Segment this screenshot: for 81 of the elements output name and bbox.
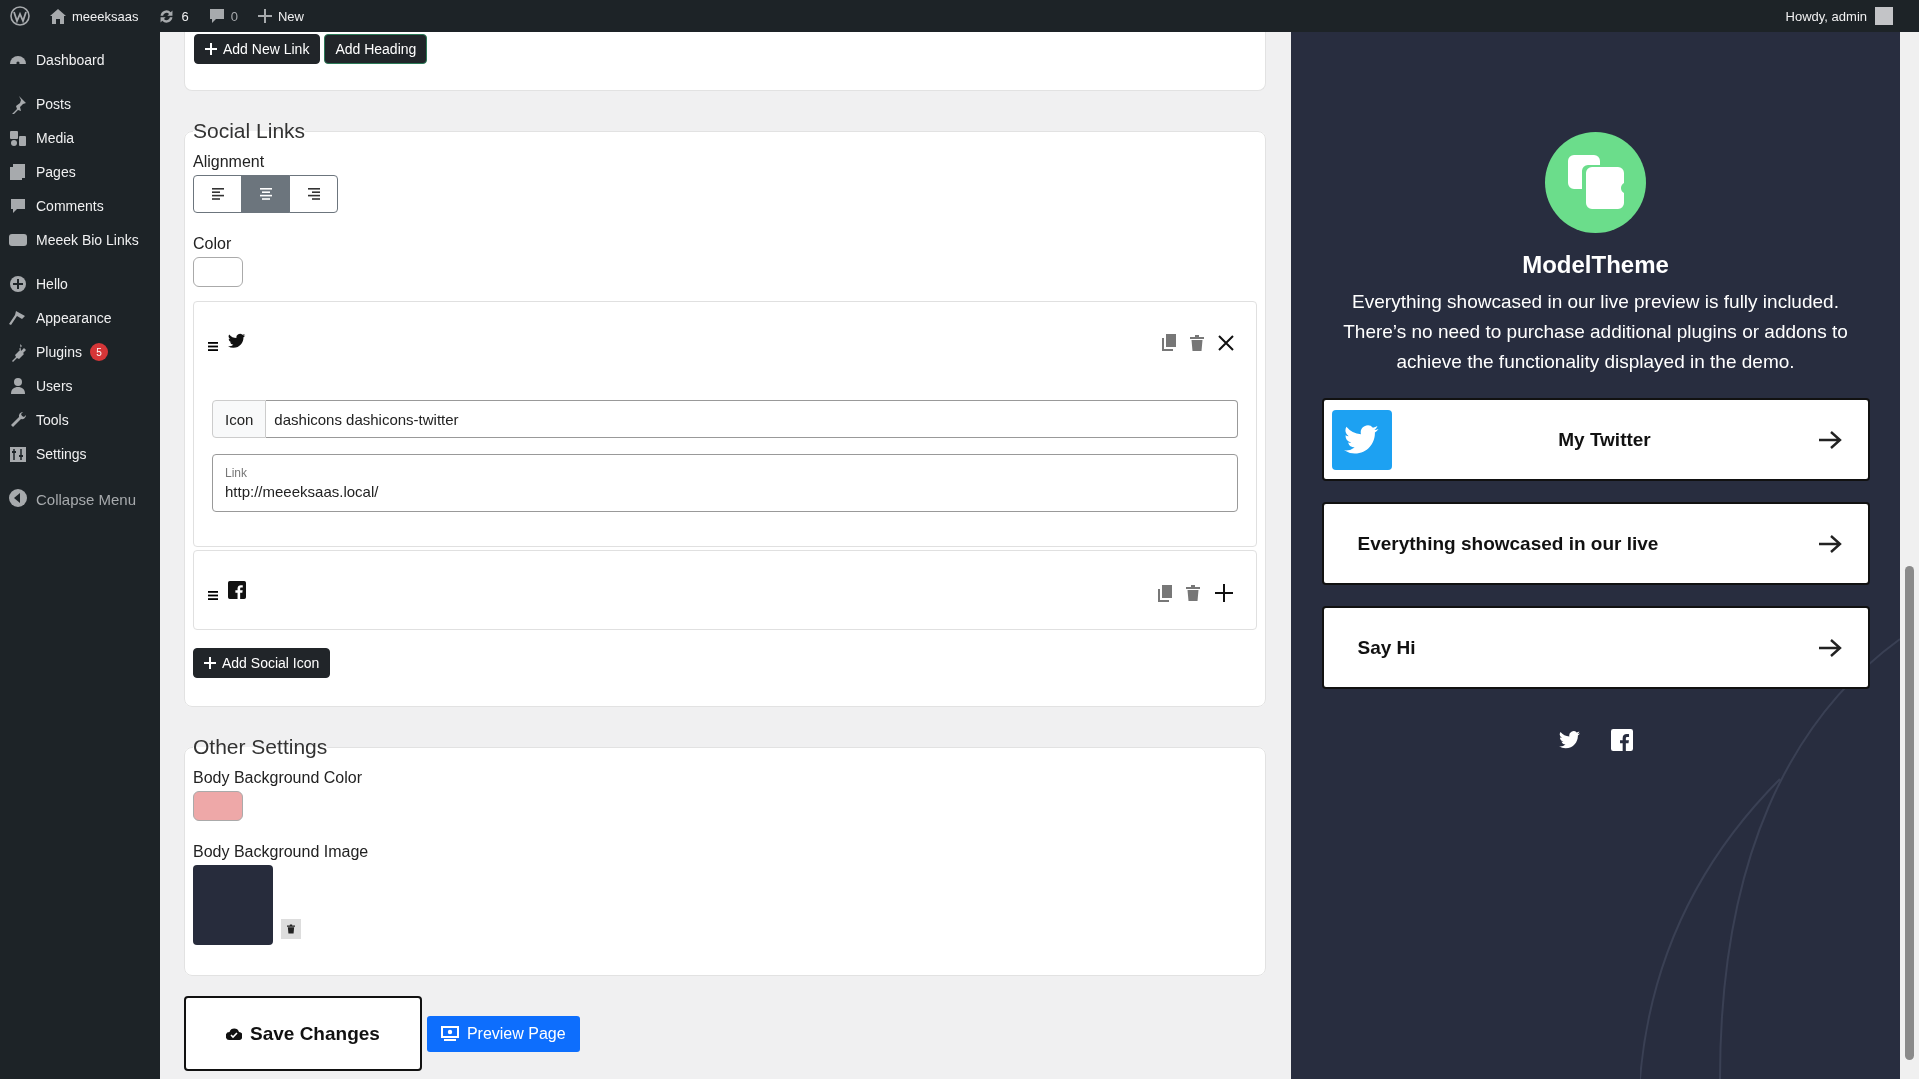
field-label: Alignment: [193, 153, 266, 171]
updates-count[interactable]: 6: [181, 8, 189, 24]
field-label: Body Background Image: [193, 843, 370, 861]
link-button[interactable]: Everything showcased in our live: [1321, 502, 1870, 585]
remove-image-button[interactable]: [281, 919, 301, 939]
section-title: Other Settings: [193, 735, 328, 759]
new-link[interactable]: New: [277, 8, 304, 24]
close-icon[interactable]: [1218, 334, 1234, 351]
comment-icon: [8, 196, 28, 216]
copy-icon[interactable]: [1158, 584, 1172, 602]
copy-icon[interactable]: [1162, 334, 1176, 351]
plus-circle-icon: [8, 274, 28, 294]
arrow-right-icon: [1817, 429, 1842, 450]
toolbar-button[interactable]: Add Heading: [324, 34, 428, 64]
align-right-icon: [305, 187, 322, 201]
sidebar-item[interactable]: Pages: [36, 164, 76, 180]
sidebar-item[interactable]: Users: [36, 378, 73, 394]
drag-handle-icon[interactable]: [208, 591, 218, 600]
trash-icon[interactable]: [1186, 585, 1200, 601]
link-field[interactable]: Link http://meeeksaas.local/: [212, 454, 1238, 512]
count-badge: 5: [89, 343, 108, 361]
color-swatch[interactable]: [193, 257, 243, 287]
wordpress-logo-icon[interactable]: [10, 6, 30, 26]
comments-count[interactable]: 0: [230, 8, 238, 24]
facebook-icon: [1610, 729, 1633, 751]
sidebar-item[interactable]: Posts: [36, 96, 71, 112]
facebook-icon: [228, 581, 246, 599]
brush-icon: [8, 308, 28, 328]
alignment-button[interactable]: [289, 175, 338, 213]
drag-handle-icon[interactable]: [208, 342, 218, 351]
media-icon: [8, 128, 28, 148]
sidebar-item[interactable]: Dashboard: [36, 52, 105, 68]
sidebar-item[interactable]: Comments: [36, 198, 104, 214]
plus-icon[interactable]: [1214, 583, 1234, 603]
profile-name: ModelTheme: [1522, 251, 1669, 279]
link-button[interactable]: Say Hi: [1321, 606, 1870, 689]
section-title: Social Links: [193, 119, 306, 143]
image-thumbnail[interactable]: [193, 865, 273, 945]
collapse-icon: [8, 488, 28, 508]
greeting-link[interactable]: Howdy, admin: [1785, 8, 1867, 24]
toolbar-button[interactable]: Add New Link: [194, 34, 321, 64]
sliders-icon: [8, 444, 28, 464]
trash-icon: [287, 924, 295, 934]
trash-icon[interactable]: [1190, 334, 1204, 351]
plus-icon: [204, 657, 216, 669]
cloud-check-icon: [226, 1028, 242, 1040]
scrollbar-thumb[interactable]: [1905, 566, 1914, 1060]
plus-icon: [205, 43, 217, 55]
link-button[interactable]: My Twitter: [1321, 398, 1870, 481]
alignment-button[interactable]: [241, 175, 290, 213]
input-addon: Icon: [212, 400, 267, 438]
icon-class-field[interactable]: dashicons dashicons-twitter: [266, 400, 1238, 438]
field-label: Body Background Color: [193, 769, 363, 787]
pages-icon: [8, 162, 28, 182]
align-left-icon: [209, 187, 226, 201]
site-name-link[interactable]: meeeksaas: [72, 8, 139, 24]
sidebar-item[interactable]: Meeek Bio Links: [36, 232, 139, 248]
color-swatch[interactable]: [193, 791, 243, 821]
sidebar-item[interactable]: Tools: [36, 412, 69, 428]
sidebar-item[interactable]: Plugins: [36, 344, 82, 360]
comment-icon: [208, 8, 225, 24]
preview-button[interactable]: Preview Page: [426, 1015, 580, 1052]
sidebar-item[interactable]: Appearance: [36, 310, 112, 326]
align-center-icon: [257, 187, 274, 201]
add-social-icon-button[interactable]: Add Social Icon: [193, 648, 331, 678]
sidebar-item[interactable]: Settings: [36, 446, 87, 462]
plus-icon: [257, 9, 272, 23]
field-label: Color: [193, 235, 233, 253]
sidebar-item[interactable]: Hello: [36, 276, 68, 292]
save-button[interactable]: Save Changes: [184, 996, 422, 1071]
alignment-button[interactable]: [193, 175, 242, 213]
user-icon: [8, 376, 28, 396]
sidebar-item[interactable]: Media: [36, 130, 75, 146]
arrow-right-icon: [1817, 637, 1842, 658]
monitor-icon: [440, 1026, 459, 1041]
home-icon: [50, 8, 66, 24]
arrow-right-icon: [1817, 533, 1842, 554]
bird-icon: [1558, 729, 1581, 751]
profile-description: Everything showcased in our live preview is fully included. There’s no need to purchase additional plugins or addons to achieve the functionality displayed in the demo.: [1342, 290, 1849, 374]
collapse-menu-link[interactable]: Collapse Menu: [36, 490, 137, 508]
bird-icon: [228, 332, 246, 350]
